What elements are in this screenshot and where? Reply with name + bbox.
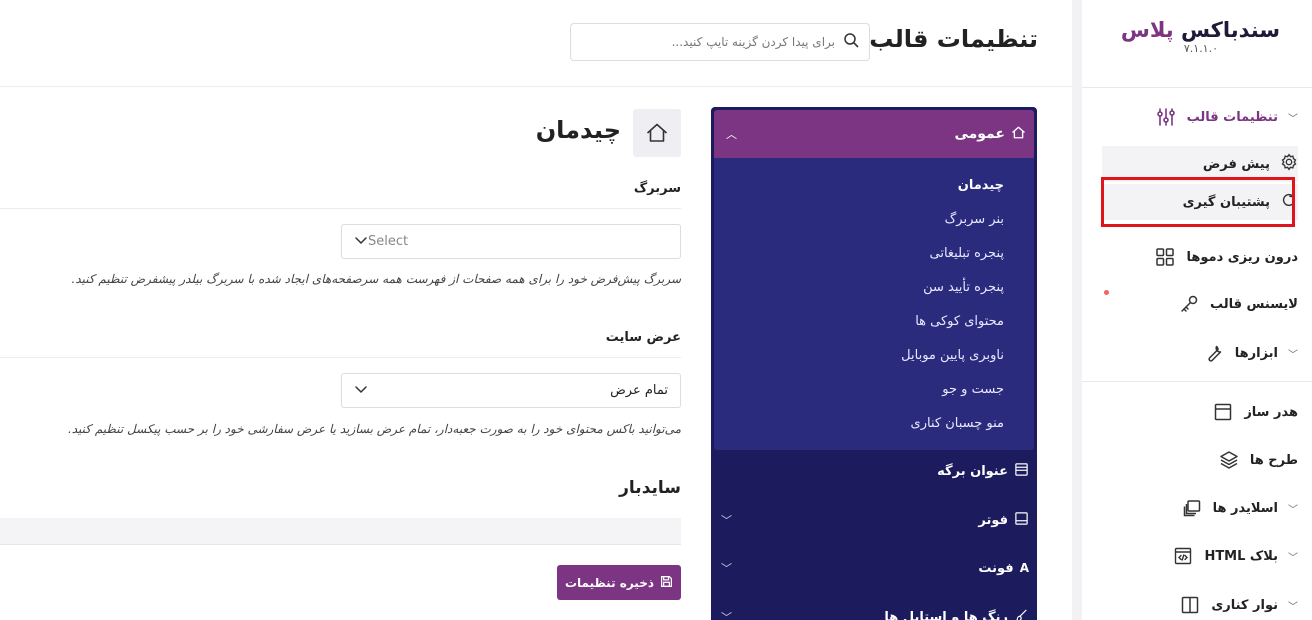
site-width-label: عرض سایت [605,330,681,345]
code-icon [1172,545,1194,567]
menu-item-label: عنوان برگه [937,463,1008,479]
search-icon[interactable] [843,32,859,52]
chevron-down-icon: ﹀ [721,514,732,527]
save-icon [660,575,673,591]
header-field-label: سربرگ [633,181,681,196]
settings-menu: عمومی ︿ چیدمان بنر سربرگ پنجره تبلیغاتی … [711,107,1037,620]
site-width-value: تمام عرض [610,383,668,398]
refresh-icon [1280,191,1298,213]
section-home-icon [633,109,681,157]
font-icon: A [1019,561,1029,575]
sidebar-item-label: هدر ساز [1244,404,1298,420]
menu-item-font[interactable]: A فونت ﹀ [711,544,1037,592]
chevron-down-icon [354,381,368,400]
sidebar-item-demo-import[interactable]: درون ریزی دموها [1154,237,1298,277]
sidebar-item-label: طرح ها [1249,452,1298,468]
menu-item-label: فونت [978,560,1014,576]
brand-version: ۷.۱.۱.۰ [1183,42,1218,55]
sliders-icon [1155,106,1177,128]
menu-item-colors[interactable]: رنگ ها و استایل ها ﹀ [711,593,1037,620]
sidebar-option-bar [0,518,681,545]
admin-sidebar: سندباکس پلاس ۷.۱.۱.۰ تنظیمات قالب ﹀ پیش … [1082,0,1312,620]
sidebar-item-html-block[interactable]: بلاک HTML ﹀ [1172,536,1298,576]
top-header: تنظیمات قالب [0,0,1072,87]
notification-dot [1104,290,1109,295]
section-title: چیدمان [535,116,621,144]
header-select-value: Select [368,234,409,249]
menu-item-label: عمومی [954,126,1005,142]
grid-icon [1154,246,1176,268]
chevron-down-icon: ﹀ [1288,552,1298,564]
sidebar-item-label: پشتیبان گیری [1182,194,1270,210]
chevron-down-icon: ﹀ [1288,349,1298,361]
menu-item-page-title[interactable]: عنوان برگه [711,447,1037,495]
sidebar-icon [1179,594,1201,616]
chevron-up-icon: ︿ [726,128,737,141]
brand-logo[interactable]: سندباکس پلاس ۷.۱.۱.۰ [1120,18,1281,55]
search-box[interactable] [570,23,870,61]
sidebar-item-label: اسلایدر ها [1212,500,1278,516]
brand-name: سندباکس پلاس [1120,18,1281,42]
sidebar-item-label: لایسنس قالب [1209,296,1298,312]
sidebar-item-label: پیش فرض [1202,156,1270,172]
menu-sub-promo-popup[interactable]: پنجره تبلیغاتی [929,246,1004,261]
sidebar-item-label: نوار کناری [1211,597,1278,613]
sidebar-item-backup[interactable]: پشتیبان گیری [1102,184,1298,220]
chevron-down-icon: ﹀ [1288,113,1298,125]
sidebar-item-sliders[interactable]: اسلایدر ها ﹀ [1181,488,1298,528]
sidebar-item-side-bar[interactable]: نوار کناری ﹀ [1179,585,1298,620]
header-field-description: سربرگ پیش‌فرض خود را برای همه صفحات از ف… [71,272,681,286]
menu-sub-age-verify[interactable]: پنجره تأیید سن [923,280,1004,295]
layout-icon [1212,401,1234,423]
sidebar-gutter [1072,0,1082,620]
page-title: تنظیمات قالب [869,25,1038,53]
gear-icon [1280,153,1298,175]
chevron-down-icon: ﹀ [1288,504,1298,516]
sidebar-item-theme-settings[interactable]: تنظیمات قالب ﹀ [1155,97,1298,137]
menu-item-footer[interactable]: فوتر ﹀ [711,496,1037,544]
footer-icon [1014,511,1029,530]
chevron-down-icon [354,232,368,251]
sidebar-item-tools[interactable]: ابزارها ﹀ [1203,333,1298,373]
divider [0,208,681,209]
menu-sub-mobile-nav[interactable]: ناوبری پایین موبایل [901,348,1004,363]
chevron-down-icon: ﹀ [1288,601,1298,613]
divider [0,357,681,358]
menu-sub-cookies[interactable]: محتوای کوکی ها [915,314,1004,329]
layers-icon [1218,449,1240,471]
sidebar-item-license[interactable]: لایسنس قالب [1178,284,1298,324]
brush-icon [1014,608,1029,620]
sidebar-section-title: سایدبار [619,478,681,498]
save-settings-button[interactable]: ذخیره تنظیمات [557,565,681,600]
home-icon [1011,125,1026,144]
sidebar-item-label: ابزارها [1234,345,1278,361]
chevron-down-icon: ﹀ [721,611,732,620]
divider [1082,87,1312,88]
sidebar-item-label: بلاک HTML [1204,548,1278,564]
save-settings-label: ذخیره تنظیمات [564,575,655,590]
menu-item-general[interactable]: عمومی ︿ [714,110,1034,158]
menu-group-general: عمومی ︿ چیدمان بنر سربرگ پنجره تبلیغاتی … [714,110,1034,450]
layout-icon [1014,462,1029,481]
copy-icon [1181,497,1203,519]
sidebar-item-header-builder[interactable]: هدر ساز [1212,392,1298,432]
sidebar-item-label: تنظیمات قالب [1186,109,1278,125]
site-width-select[interactable]: تمام عرض [341,373,681,408]
menu-sub-search[interactable]: جست و جو [942,382,1004,397]
wrench-icon [1203,342,1225,364]
site-width-description: می‌توانید باکس محتوای خود را به صورت جعب… [67,422,681,436]
header-select[interactable]: Select [341,224,681,259]
menu-item-label: فوتر [978,512,1008,528]
menu-sub-header-banner[interactable]: بنر سربرگ [945,212,1004,227]
sidebar-item-layouts[interactable]: طرح ها [1218,440,1298,480]
key-icon [1178,293,1200,315]
sidebar-item-label: درون ریزی دموها [1186,249,1298,265]
divider [1082,381,1312,382]
menu-sub-sticky-menu[interactable]: منو چسبان کناری [911,416,1004,431]
search-input[interactable] [581,35,835,49]
menu-item-label: رنگ ها و استایل ها [884,609,1008,620]
chevron-down-icon: ﹀ [721,562,732,575]
sidebar-item-default[interactable]: پیش فرض [1102,146,1298,182]
menu-sub-layout[interactable]: چیدمان [958,178,1004,193]
